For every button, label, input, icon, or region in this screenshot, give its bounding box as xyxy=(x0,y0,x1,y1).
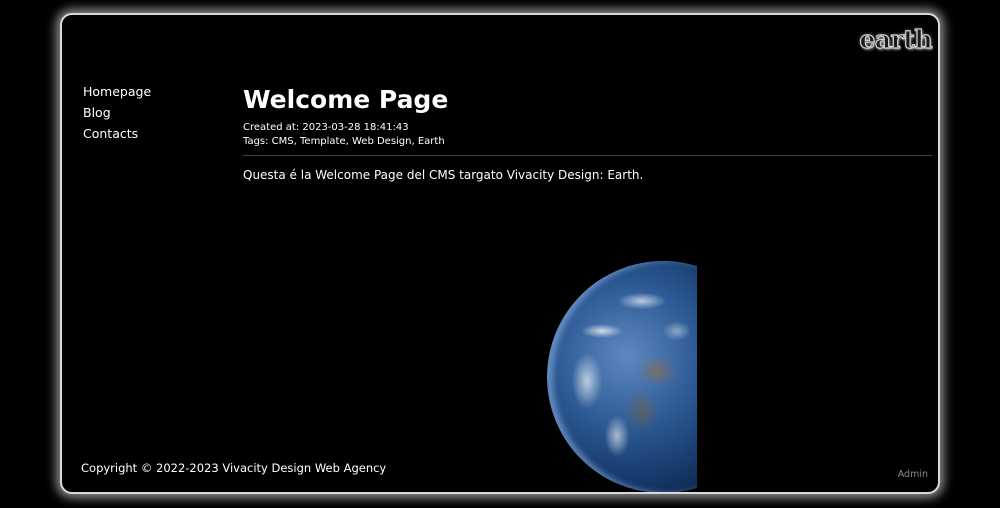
main-content: Welcome Page Created at: 2023-03-28 18:4… xyxy=(243,84,932,182)
earth-globe xyxy=(547,261,697,492)
page-body: Questa é la Welcome Page del CMS targato… xyxy=(243,168,644,182)
nav-item-blog[interactable]: Blog xyxy=(83,102,151,123)
page-meta: Created at: 2023-03-28 18:41:43 Tags: CM… xyxy=(243,121,932,149)
content-divider xyxy=(243,155,932,156)
nav-item-homepage[interactable]: Homepage xyxy=(83,81,151,102)
main-nav: Homepage Blog Contacts xyxy=(83,81,151,144)
created-at: Created at: 2023-03-28 18:41:43 xyxy=(243,122,409,133)
footer-copyright: Copyright © 2022-2023 Vivacity Design We… xyxy=(81,461,387,475)
tags: Tags: CMS, Template, Web Design, Earth xyxy=(243,136,445,147)
admin-link[interactable]: Admin xyxy=(898,469,928,480)
page-frame: earth Homepage Blog Contacts Welcome Pag… xyxy=(60,13,940,494)
page-title: Welcome Page xyxy=(243,85,449,114)
site-logo[interactable]: earth xyxy=(859,26,933,52)
earth-image xyxy=(547,261,697,492)
nav-item-contacts[interactable]: Contacts xyxy=(83,123,151,144)
